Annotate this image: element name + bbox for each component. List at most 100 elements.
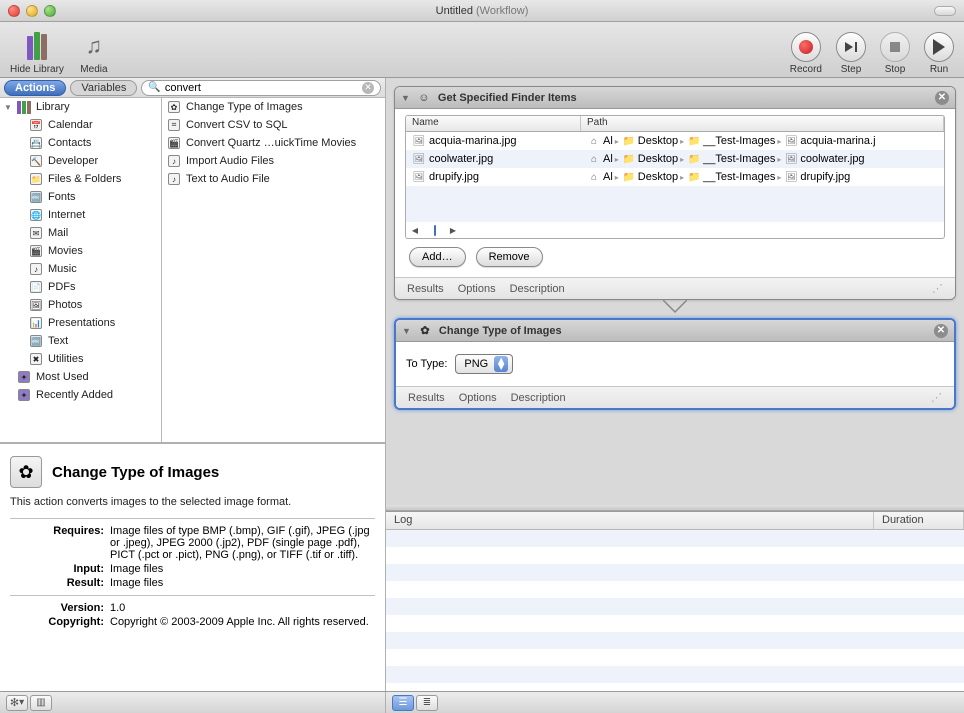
window-title: Untitled (Workflow): [0, 5, 964, 17]
library-category[interactable]: 🌐Internet: [0, 206, 161, 224]
smart-folder-icon: ✦: [16, 369, 32, 385]
action-result-item[interactable]: ✿Change Type of Images: [162, 98, 385, 116]
library-category[interactable]: 📊Presentations: [0, 314, 161, 332]
library-category[interactable]: ♪Music: [0, 260, 161, 278]
file-icon: 🖼: [412, 170, 426, 184]
action-result-item[interactable]: 🎬Convert Quartz …uickTime Movies: [162, 134, 385, 152]
gear-menu-button[interactable]: ✻▾: [6, 695, 28, 711]
finder-item-row[interactable]: 🖼drupify.jpg⌂Al▸📁Desktop▸📁__Test-Images▸…: [406, 168, 944, 186]
file-icon: 🖼: [412, 134, 426, 148]
toolbar-toggle-pill[interactable]: [934, 6, 956, 16]
workflow-action-get-finder-items[interactable]: ▼ ☺ Get Specified Finder Items ✕ Name Pa…: [394, 86, 956, 300]
home-icon: ⌂: [587, 152, 601, 166]
remove-action-button[interactable]: ✕: [934, 324, 948, 338]
run-button[interactable]: Run: [924, 32, 954, 75]
toggle-description-button[interactable]: ▥: [30, 695, 52, 711]
search-input[interactable]: [165, 82, 358, 94]
view-flow-button[interactable]: ≣: [416, 695, 438, 711]
library-category[interactable]: 🔤Fonts: [0, 188, 161, 206]
library-category[interactable]: 🎬Movies: [0, 242, 161, 260]
disclosure-icon[interactable]: ▼: [401, 93, 410, 103]
file-icon: 🖼: [784, 134, 798, 148]
log-rows: [386, 530, 964, 691]
library-category[interactable]: ✉Mail: [0, 224, 161, 242]
folder-icon: 📁: [622, 152, 636, 166]
search-field[interactable]: 🔍 ✕: [141, 80, 381, 96]
workflow-action-change-type[interactable]: ▼ ✿ Change Type of Images ✕ To Type: PNG…: [394, 318, 956, 410]
library-icon: [16, 99, 32, 115]
to-type-label: To Type:: [406, 358, 447, 370]
variables-tab[interactable]: Variables: [70, 80, 137, 96]
step-icon: [845, 42, 853, 52]
scroll-left-button[interactable]: ◀: [410, 226, 420, 235]
folder-icon: 📁: [687, 152, 701, 166]
to-type-select[interactable]: PNG ▲▼: [455, 354, 513, 374]
hide-library-button[interactable]: Hide Library: [10, 30, 64, 75]
category-icon: 📊: [28, 315, 44, 331]
category-icon: 🖼: [28, 297, 44, 313]
file-icon: 🖼: [784, 152, 798, 166]
resize-grip-icon[interactable]: ⋰: [932, 282, 943, 295]
library-category[interactable]: 📇Contacts: [0, 134, 161, 152]
add-button[interactable]: Add…: [409, 247, 466, 267]
action-title: Change Type of Images: [439, 325, 562, 337]
library-category[interactable]: 🔤Text: [0, 332, 161, 350]
category-icon: 🔤: [28, 333, 44, 349]
finder-item-row[interactable]: 🖼acquia-marina.jpg⌂Al▸📁Desktop▸📁__Test-I…: [406, 132, 944, 150]
action-icon: ⌗: [166, 117, 182, 133]
remove-action-button[interactable]: ✕: [935, 91, 949, 105]
category-icon: 🔤: [28, 189, 44, 205]
step-button[interactable]: Step: [836, 32, 866, 75]
disclosure-icon[interactable]: ▼: [402, 326, 411, 336]
preview-icon: ✿: [417, 323, 433, 339]
record-button[interactable]: Record: [790, 32, 822, 75]
library-smart-folder[interactable]: ✦Most Used: [0, 368, 161, 386]
folder-icon: 📁: [622, 134, 636, 148]
category-icon: 📇: [28, 135, 44, 151]
info-description: This action converts images to the selec…: [10, 496, 375, 508]
stop-button: Stop: [880, 32, 910, 75]
library-category[interactable]: 📄PDFs: [0, 278, 161, 296]
stop-icon: [890, 42, 900, 52]
action-result-item[interactable]: ♪Text to Audio File: [162, 170, 385, 188]
record-icon: [799, 40, 813, 54]
category-icon: 🎬: [28, 243, 44, 259]
remove-button[interactable]: Remove: [476, 247, 543, 267]
resize-grip-icon[interactable]: ⋰: [931, 391, 942, 404]
category-icon: 🌐: [28, 207, 44, 223]
options-tab[interactable]: Options: [459, 392, 497, 404]
action-result-item[interactable]: ⌗Convert CSV to SQL: [162, 116, 385, 134]
library-category[interactable]: 📅Calendar: [0, 116, 161, 134]
category-icon: 📅: [28, 117, 44, 133]
file-icon: 🖼: [412, 152, 426, 166]
action-large-icon: ✿: [10, 456, 42, 488]
category-icon: 🔨: [28, 153, 44, 169]
library-category[interactable]: 🖼Photos: [0, 296, 161, 314]
column-header-name[interactable]: Name: [406, 116, 581, 131]
play-icon: [933, 39, 945, 55]
folder-icon: 📁: [687, 134, 701, 148]
library-smart-folder[interactable]: ✦Recently Added: [0, 386, 161, 404]
column-header-path[interactable]: Path: [581, 116, 944, 131]
scroll-right-button[interactable]: ▶: [448, 226, 458, 235]
results-tab[interactable]: Results: [407, 283, 444, 295]
search-icon: 🔍: [148, 82, 160, 93]
log-column-header[interactable]: Log: [386, 512, 874, 529]
library-category[interactable]: 🔨Developer: [0, 152, 161, 170]
library-root[interactable]: ▼ Library: [0, 98, 161, 116]
action-result-item[interactable]: ♪Import Audio Files: [162, 152, 385, 170]
options-tab[interactable]: Options: [458, 283, 496, 295]
duration-column-header[interactable]: Duration: [874, 512, 964, 529]
actions-tab[interactable]: Actions: [4, 80, 66, 96]
library-category[interactable]: ✖Utilities: [0, 350, 161, 368]
library-category[interactable]: 📁Files & Folders: [0, 170, 161, 188]
description-tab[interactable]: Description: [511, 392, 566, 404]
media-button[interactable]: ♫ Media: [78, 30, 110, 75]
description-tab[interactable]: Description: [510, 283, 565, 295]
action-icon: ♪: [166, 171, 182, 187]
media-icon: ♫: [78, 30, 110, 62]
results-tab[interactable]: Results: [408, 392, 445, 404]
view-list-button[interactable]: ☰: [392, 695, 414, 711]
finder-item-row[interactable]: 🖼coolwater.jpg⌂Al▸📁Desktop▸📁__Test-Image…: [406, 150, 944, 168]
clear-search-button[interactable]: ✕: [362, 82, 374, 94]
